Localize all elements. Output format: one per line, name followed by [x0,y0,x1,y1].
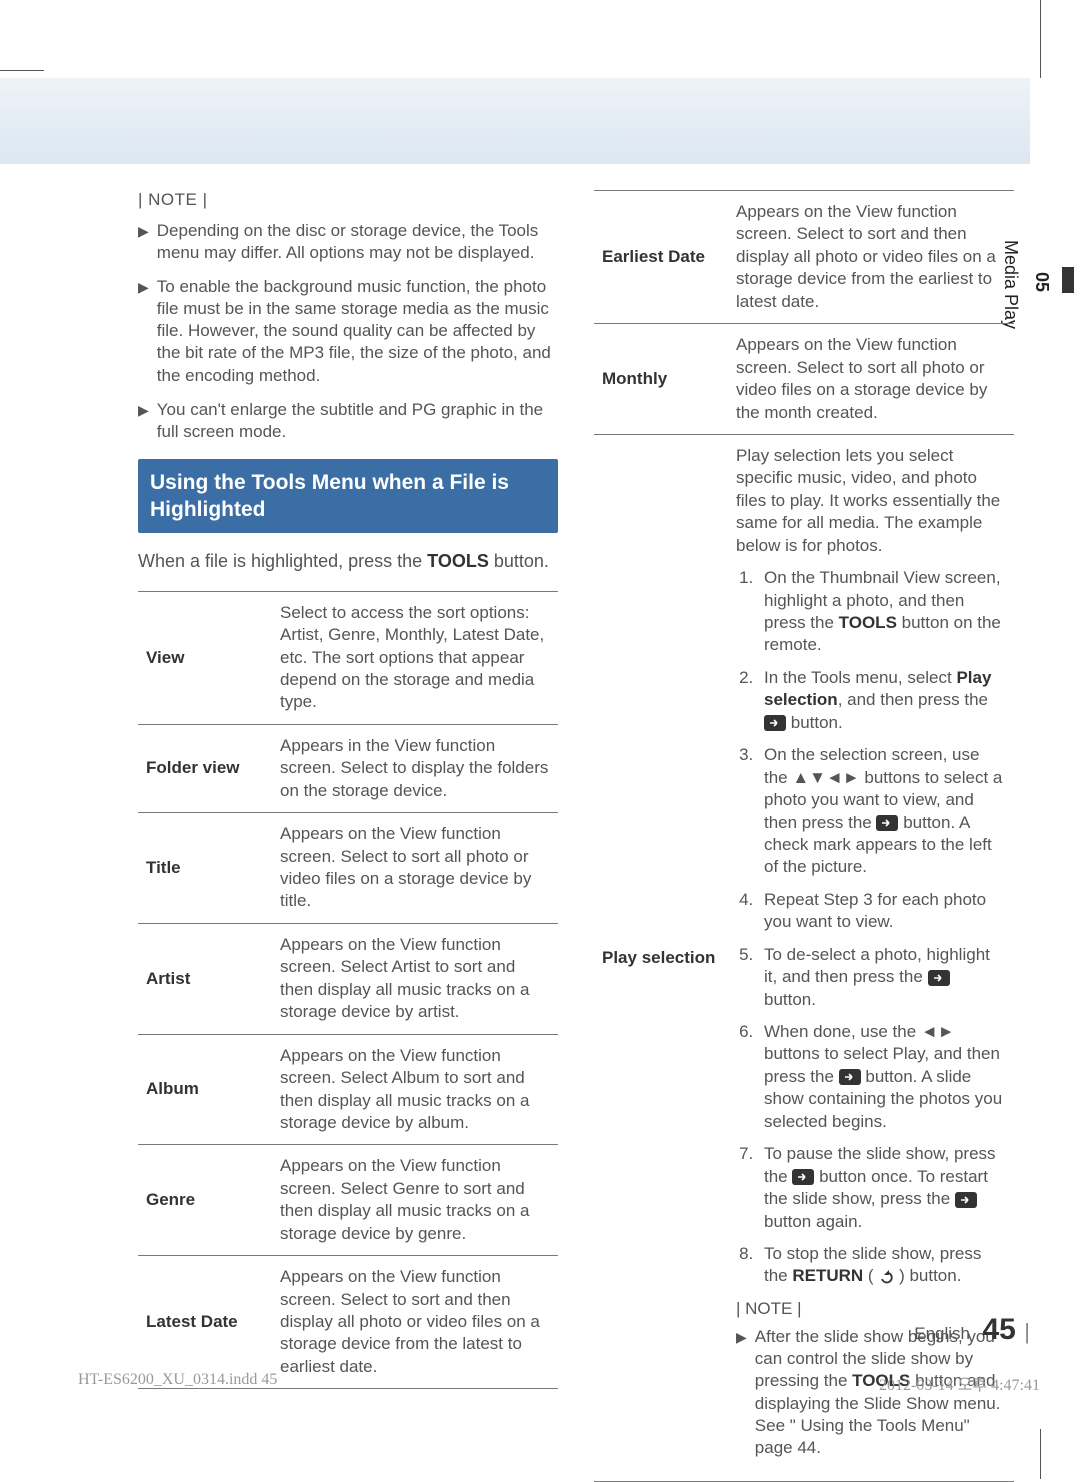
note-text: You can't enlarge the subtitle and PG gr… [157,399,558,443]
term: Album [138,1034,272,1145]
note-bullet: ▶ You can't enlarge the subtitle and PG … [138,399,558,443]
step-6: When done, use the ◄► buttons to select … [758,1021,1006,1133]
term: Monthly [594,324,728,435]
note-bullet: ▶ To enable the background music functio… [138,276,558,386]
section-heading: Using the Tools Menu when a File is High… [138,459,558,534]
term: Title [138,813,272,924]
desc: Appears on the View function screen. Sel… [272,1034,558,1145]
print-footer: HT-ES6200_XU_0314.indd 45 2012-03-14 오후 … [78,1371,1040,1395]
term: Earliest Date [594,191,728,324]
print-file: HT-ES6200_XU_0314.indd 45 [78,1371,277,1395]
enter-icon [876,815,898,831]
definitions-table-right: Earliest Date Appears on the View functi… [594,190,1014,1482]
desc: Select to access the sort options: Artis… [272,591,558,724]
table-row: Folder view Appears in the View function… [138,724,558,812]
table-row: Monthly Appears on the View function scr… [594,324,1014,435]
enter-icon [792,1169,814,1185]
enter-icon [839,1069,861,1085]
print-date: 2012-03-14 오후 4:47:41 [879,1371,1040,1395]
table-row: Earliest Date Appears on the View functi… [594,191,1014,324]
step-1: On the Thumbnail View screen, highlight … [758,567,1006,657]
enter-icon [955,1192,977,1208]
step-7: To pause the slide show, press the butto… [758,1143,1006,1233]
table-row: Album Appears on the View function scree… [138,1034,558,1145]
step-3: On the selection screen, use the ▲▼◄► bu… [758,744,1006,879]
term: Folder view [138,724,272,812]
play-intro: Play selection lets you select specific … [736,445,1006,557]
term: Artist [138,923,272,1034]
note-label: | NOTE | [138,190,558,210]
table-row: Artist Appears on the View function scre… [138,923,558,1034]
table-row: Genre Appears on the View function scree… [138,1145,558,1256]
desc: Appears on the View function screen. Sel… [272,1145,558,1256]
section-intro: When a file is highlighted, press the TO… [138,549,558,574]
term: View [138,591,272,724]
desc: Appears on the View function screen. Sel… [272,813,558,924]
footer-page-number: 45 [982,1313,1015,1346]
return-icon [878,1270,894,1284]
right-column: Earliest Date Appears on the View functi… [594,190,1014,1482]
table-row: Title Appears on the View function scree… [138,813,558,924]
enter-icon [928,970,950,986]
note-text: Depending on the disc or storage device,… [157,220,558,264]
triangle-icon: ▶ [138,401,149,443]
enter-icon [764,715,786,731]
term: Genre [138,1145,272,1256]
step-2: In the Tools menu, select Play selection… [758,667,1006,734]
definitions-table-left: View Select to access the sort options: … [138,591,558,1390]
header-gradient-band [0,78,1030,164]
play-steps: On the Thumbnail View screen, highlight … [736,567,1006,1288]
triangle-icon: ▶ [138,278,149,386]
note-bullet: ▶ Depending on the disc or storage devic… [138,220,558,264]
desc: Appears on the View function screen. Sel… [728,324,1014,435]
step-4: Repeat Step 3 for each photo you want to… [758,889,1006,934]
desc: Appears on the View function screen. Sel… [728,191,1014,324]
step-5: To de-select a photo, highlight it, and … [758,944,1006,1011]
desc: Appears in the View function screen. Sel… [272,724,558,812]
triangle-icon: ▶ [138,222,149,264]
footer-language: English [914,1324,970,1343]
step-8: To stop the slide show, press the RETURN… [758,1243,1006,1288]
desc: Appears on the View function screen. Sel… [272,923,558,1034]
table-row: View Select to access the sort options: … [138,591,558,724]
note-text: To enable the background music function,… [157,276,558,386]
footer-bar: | [1024,1319,1030,1344]
side-tab-number: 05 [1031,272,1052,292]
left-column: | NOTE | ▶ Depending on the disc or stor… [138,190,558,1482]
page-footer: English 45 | [0,1313,1030,1347]
